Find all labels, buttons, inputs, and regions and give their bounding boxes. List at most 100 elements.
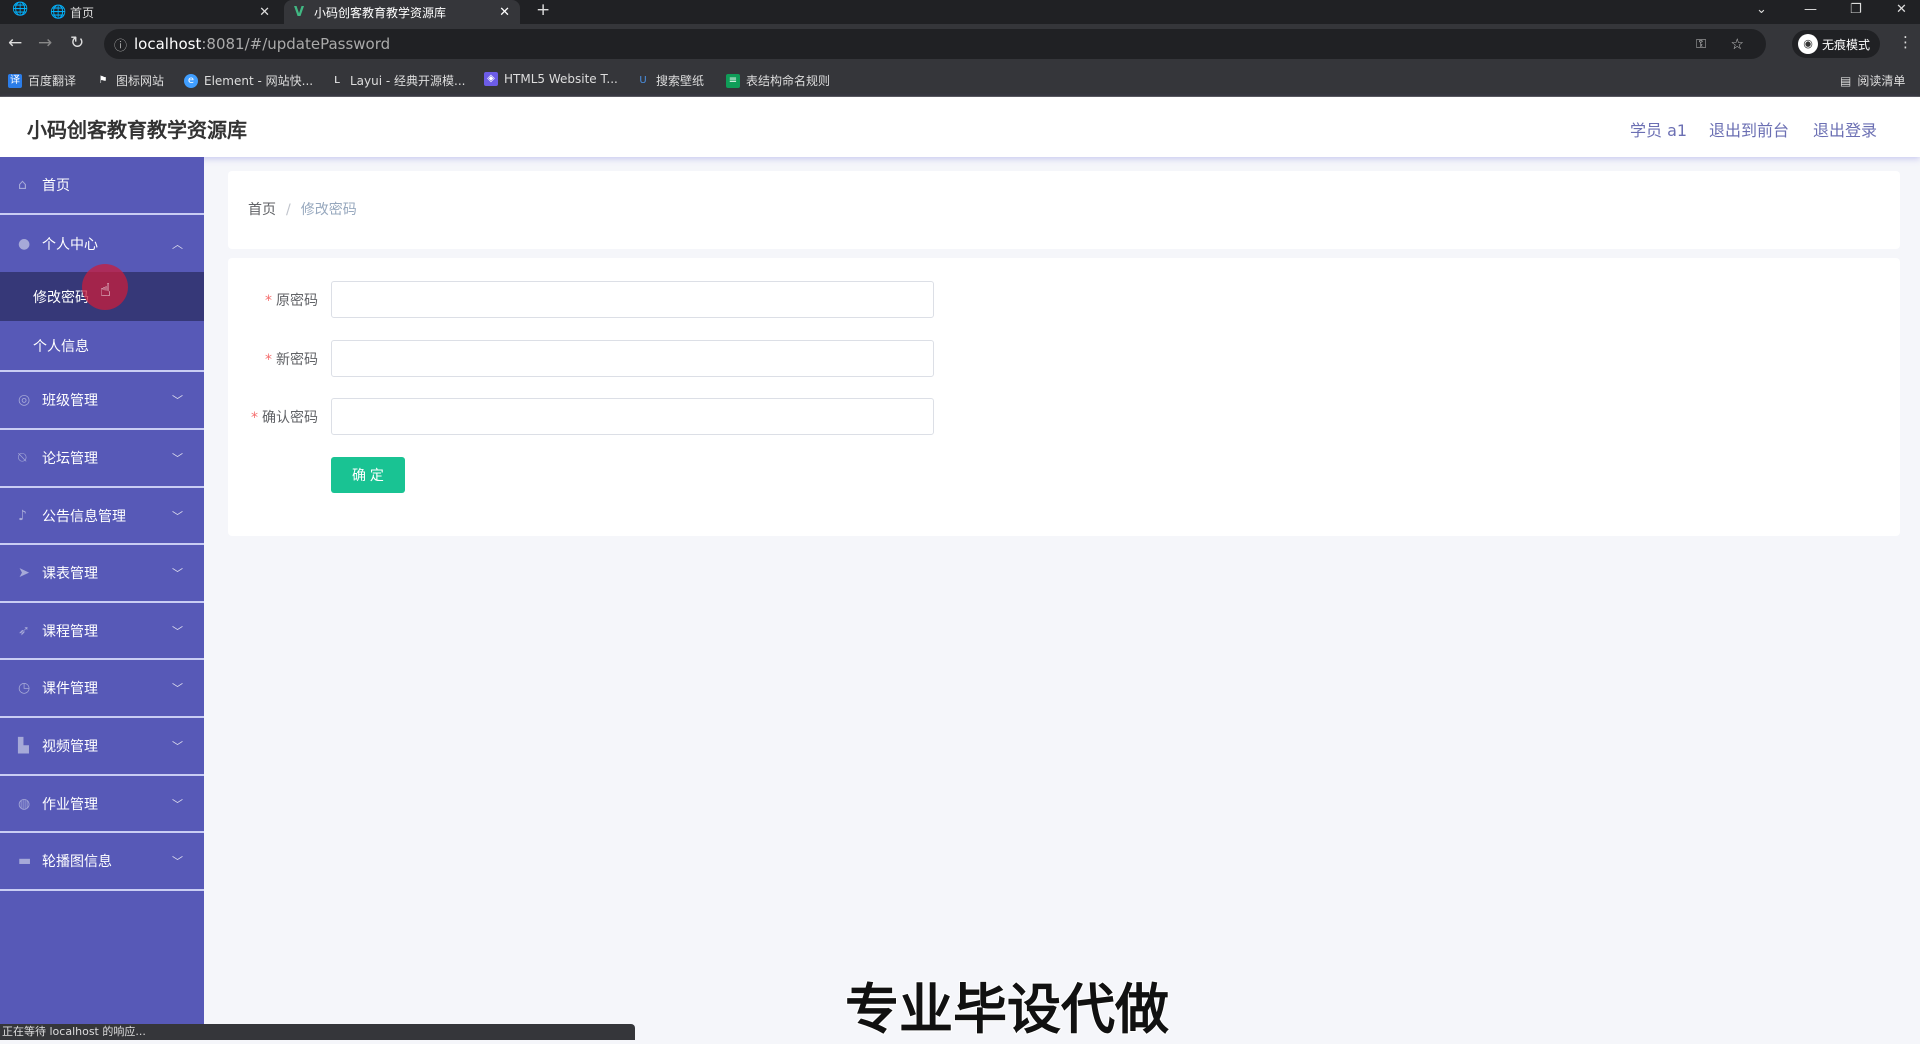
bookmark[interactable]: e Element - 网站快... bbox=[184, 72, 313, 89]
bookmark[interactable]: U 搜索壁纸 bbox=[636, 72, 704, 89]
sidebar-item-class[interactable]: ◎ 班级管理 ﹀ bbox=[0, 372, 204, 430]
bookmark[interactable]: ⚑ 图标网站 bbox=[96, 72, 165, 89]
restore-button[interactable]: ❐ bbox=[1850, 2, 1862, 17]
reading-list[interactable]: ▤ 阅读清单 bbox=[1840, 72, 1905, 89]
old-password-input[interactable] bbox=[331, 281, 934, 318]
bookmark-label: 表结构命名规则 bbox=[746, 74, 831, 88]
confirm-password-label: * 确认密码 bbox=[228, 407, 318, 427]
old-password-label: * 原密码 bbox=[228, 290, 318, 310]
globe-icon: 🌐 bbox=[12, 2, 29, 17]
close-tab-icon[interactable]: ✕ bbox=[499, 5, 510, 20]
sidebar-item-carousel[interactable]: ▬ 轮播图信息 ﹀ bbox=[0, 833, 204, 891]
translate-icon: 译 bbox=[8, 73, 22, 88]
navigation-icon: ➶ bbox=[18, 622, 30, 639]
new-tab-button[interactable]: + bbox=[536, 0, 550, 20]
menu-label: 首页 bbox=[42, 178, 70, 194]
forward-icon[interactable]: → bbox=[38, 33, 52, 53]
breadcrumb-home[interactable]: 首页 bbox=[248, 202, 276, 218]
hand-cursor-icon: ☝ bbox=[100, 280, 111, 301]
bookmark[interactable]: 译百度翻译 bbox=[8, 72, 76, 89]
menu-label: 个人中心 bbox=[42, 236, 98, 253]
chevron-down-icon: ﹀ bbox=[172, 855, 183, 868]
close-window-button[interactable]: ✕ bbox=[1896, 2, 1907, 17]
sidebar-item-homework[interactable]: ◍ 作业管理 ﹀ bbox=[0, 776, 204, 833]
incognito-badge[interactable]: ◉ 无痕模式 bbox=[1792, 30, 1881, 58]
globe-icon: 🌐 bbox=[50, 4, 67, 20]
sidebar-item-home[interactable]: ⌂ 首页 bbox=[0, 157, 204, 215]
breadcrumb-current: 修改密码 bbox=[300, 202, 357, 218]
info-icon: ⓘ bbox=[114, 38, 128, 54]
tab-home[interactable]: 🌐 首页 ✕ bbox=[40, 0, 280, 24]
bookmark-label: Layui - 经典开源模... bbox=[350, 74, 466, 88]
breadcrumb: 首页 / 修改密码 bbox=[248, 199, 357, 219]
sidebar-item-profile[interactable]: 个人信息 bbox=[0, 321, 204, 372]
reload-icon[interactable]: ↻ bbox=[70, 33, 84, 53]
menu-label: 班级管理 bbox=[42, 393, 98, 409]
new-password-label: * 新密码 bbox=[228, 349, 318, 369]
tab-label: 小码创客教育教学资源库 bbox=[314, 5, 447, 20]
video-icon: ▙ bbox=[18, 738, 29, 754]
chevron-down-icon: ﹀ bbox=[172, 452, 183, 465]
vue-icon: V bbox=[294, 4, 305, 20]
bookmark[interactable]: ≡ 表结构命名规则 bbox=[726, 72, 830, 89]
menu-label: 个人信息 bbox=[33, 338, 89, 355]
address-bar-row: ← → ↻ ⓘ localhost:8081/#/updatePassword … bbox=[0, 24, 1920, 64]
logout-link[interactable]: 退出登录 bbox=[1813, 117, 1877, 141]
tab-search-icon[interactable]: ⌄ bbox=[1756, 2, 1767, 17]
required-mark: * bbox=[265, 352, 272, 368]
sidebar-item-course[interactable]: ➶ 课程管理 ﹀ bbox=[0, 603, 204, 660]
reading-list-label: 阅读清单 bbox=[1857, 74, 1906, 88]
chevron-down-icon: ﹀ bbox=[172, 797, 183, 811]
flag-icon: ⚑ bbox=[98, 74, 108, 86]
confirm-button[interactable]: 确 定 bbox=[331, 457, 405, 493]
url-path: :8081/#/updatePassword bbox=[201, 35, 391, 53]
user-name[interactable]: 学员 a1 bbox=[1630, 117, 1687, 141]
url-host: localhost bbox=[134, 35, 202, 53]
bell-off-icon: ⍉ bbox=[18, 450, 27, 466]
globe-icon: ◍ bbox=[18, 795, 31, 812]
layui-icon: L bbox=[334, 74, 340, 86]
bookmark-label: 百度翻译 bbox=[28, 74, 77, 88]
monitor-icon: ▬ bbox=[18, 853, 32, 869]
menu-icon[interactable]: ⋮ bbox=[1898, 33, 1913, 51]
chevron-down-icon: ﹀ bbox=[172, 394, 183, 407]
bookmarks-bar: 译百度翻译 ⚑ 图标网站 e Element - 网站快... L Layui - 经… bbox=[0, 64, 1920, 97]
home-icon: ⌂ bbox=[18, 177, 27, 193]
star-icon[interactable]: ☆ bbox=[1731, 35, 1744, 53]
confirm-password-input[interactable] bbox=[331, 398, 934, 435]
click-indicator: ☝ bbox=[82, 264, 128, 310]
menu-label: 轮播图信息 bbox=[42, 854, 112, 870]
url-input[interactable]: ⓘ localhost:8081/#/updatePassword ⚿ ☆ bbox=[104, 29, 1766, 59]
sidebar-item-forum[interactable]: ⍉ 论坛管理 ﹀ bbox=[0, 430, 204, 488]
tab-app[interactable]: V 小码创客教育教学资源库 ✕ bbox=[284, 0, 520, 24]
menu-label: 论坛管理 bbox=[42, 451, 98, 467]
sidebar-item-notice[interactable]: ♪ 公告信息管理 ﹀ bbox=[0, 488, 204, 545]
sidebar-item-schedule[interactable]: ➤ 课表管理 ﹀ bbox=[0, 545, 204, 603]
app-title: 小码创客教育教学资源库 bbox=[27, 118, 247, 142]
key-icon[interactable]: ⚿ bbox=[1696, 37, 1706, 52]
bookmark-label: 图标网站 bbox=[116, 74, 165, 88]
microphone-icon: ♪ bbox=[18, 507, 27, 524]
menu-label: 视频管理 bbox=[42, 739, 98, 755]
chevron-down-icon: ﹀ bbox=[172, 509, 183, 523]
watermark-text: 专业毕设代做 bbox=[844, 977, 1170, 1042]
browser-tab-bar: 🌐 🌐 首页 ✕ V 小码创客教育教学资源库 ✕ + ⌄ — ❐ ✕ bbox=[0, 0, 1920, 24]
close-tab-icon[interactable]: ✕ bbox=[259, 5, 270, 20]
required-mark: * bbox=[251, 410, 258, 426]
bookmark[interactable]: ◈ HTML5 Website T... bbox=[484, 72, 618, 86]
new-password-input[interactable] bbox=[331, 340, 934, 377]
sidebar-item-video[interactable]: ▙ 视频管理 ﹀ bbox=[0, 718, 204, 776]
menu-label: 作业管理 bbox=[42, 796, 98, 813]
minimize-button[interactable]: — bbox=[1804, 2, 1817, 17]
menu-label: 课件管理 bbox=[42, 681, 98, 697]
send-icon: ➤ bbox=[18, 565, 30, 581]
app-header: 小码创客教育教学资源库 学员 a1 退出到前台 退出登录 bbox=[0, 97, 1920, 157]
incognito-label: 无痕模式 bbox=[1822, 37, 1871, 52]
sidebar-item-courseware[interactable]: ◷ 课件管理 ﹀ bbox=[0, 660, 204, 718]
chevron-down-icon: ﹀ bbox=[172, 567, 183, 580]
back-icon[interactable]: ← bbox=[8, 33, 22, 53]
bookmark[interactable]: L Layui - 经典开源模... bbox=[330, 72, 465, 89]
label-text: 原密码 bbox=[276, 293, 318, 309]
target-icon: ◎ bbox=[18, 392, 31, 408]
back-to-front-link[interactable]: 退出到前台 bbox=[1709, 117, 1789, 141]
